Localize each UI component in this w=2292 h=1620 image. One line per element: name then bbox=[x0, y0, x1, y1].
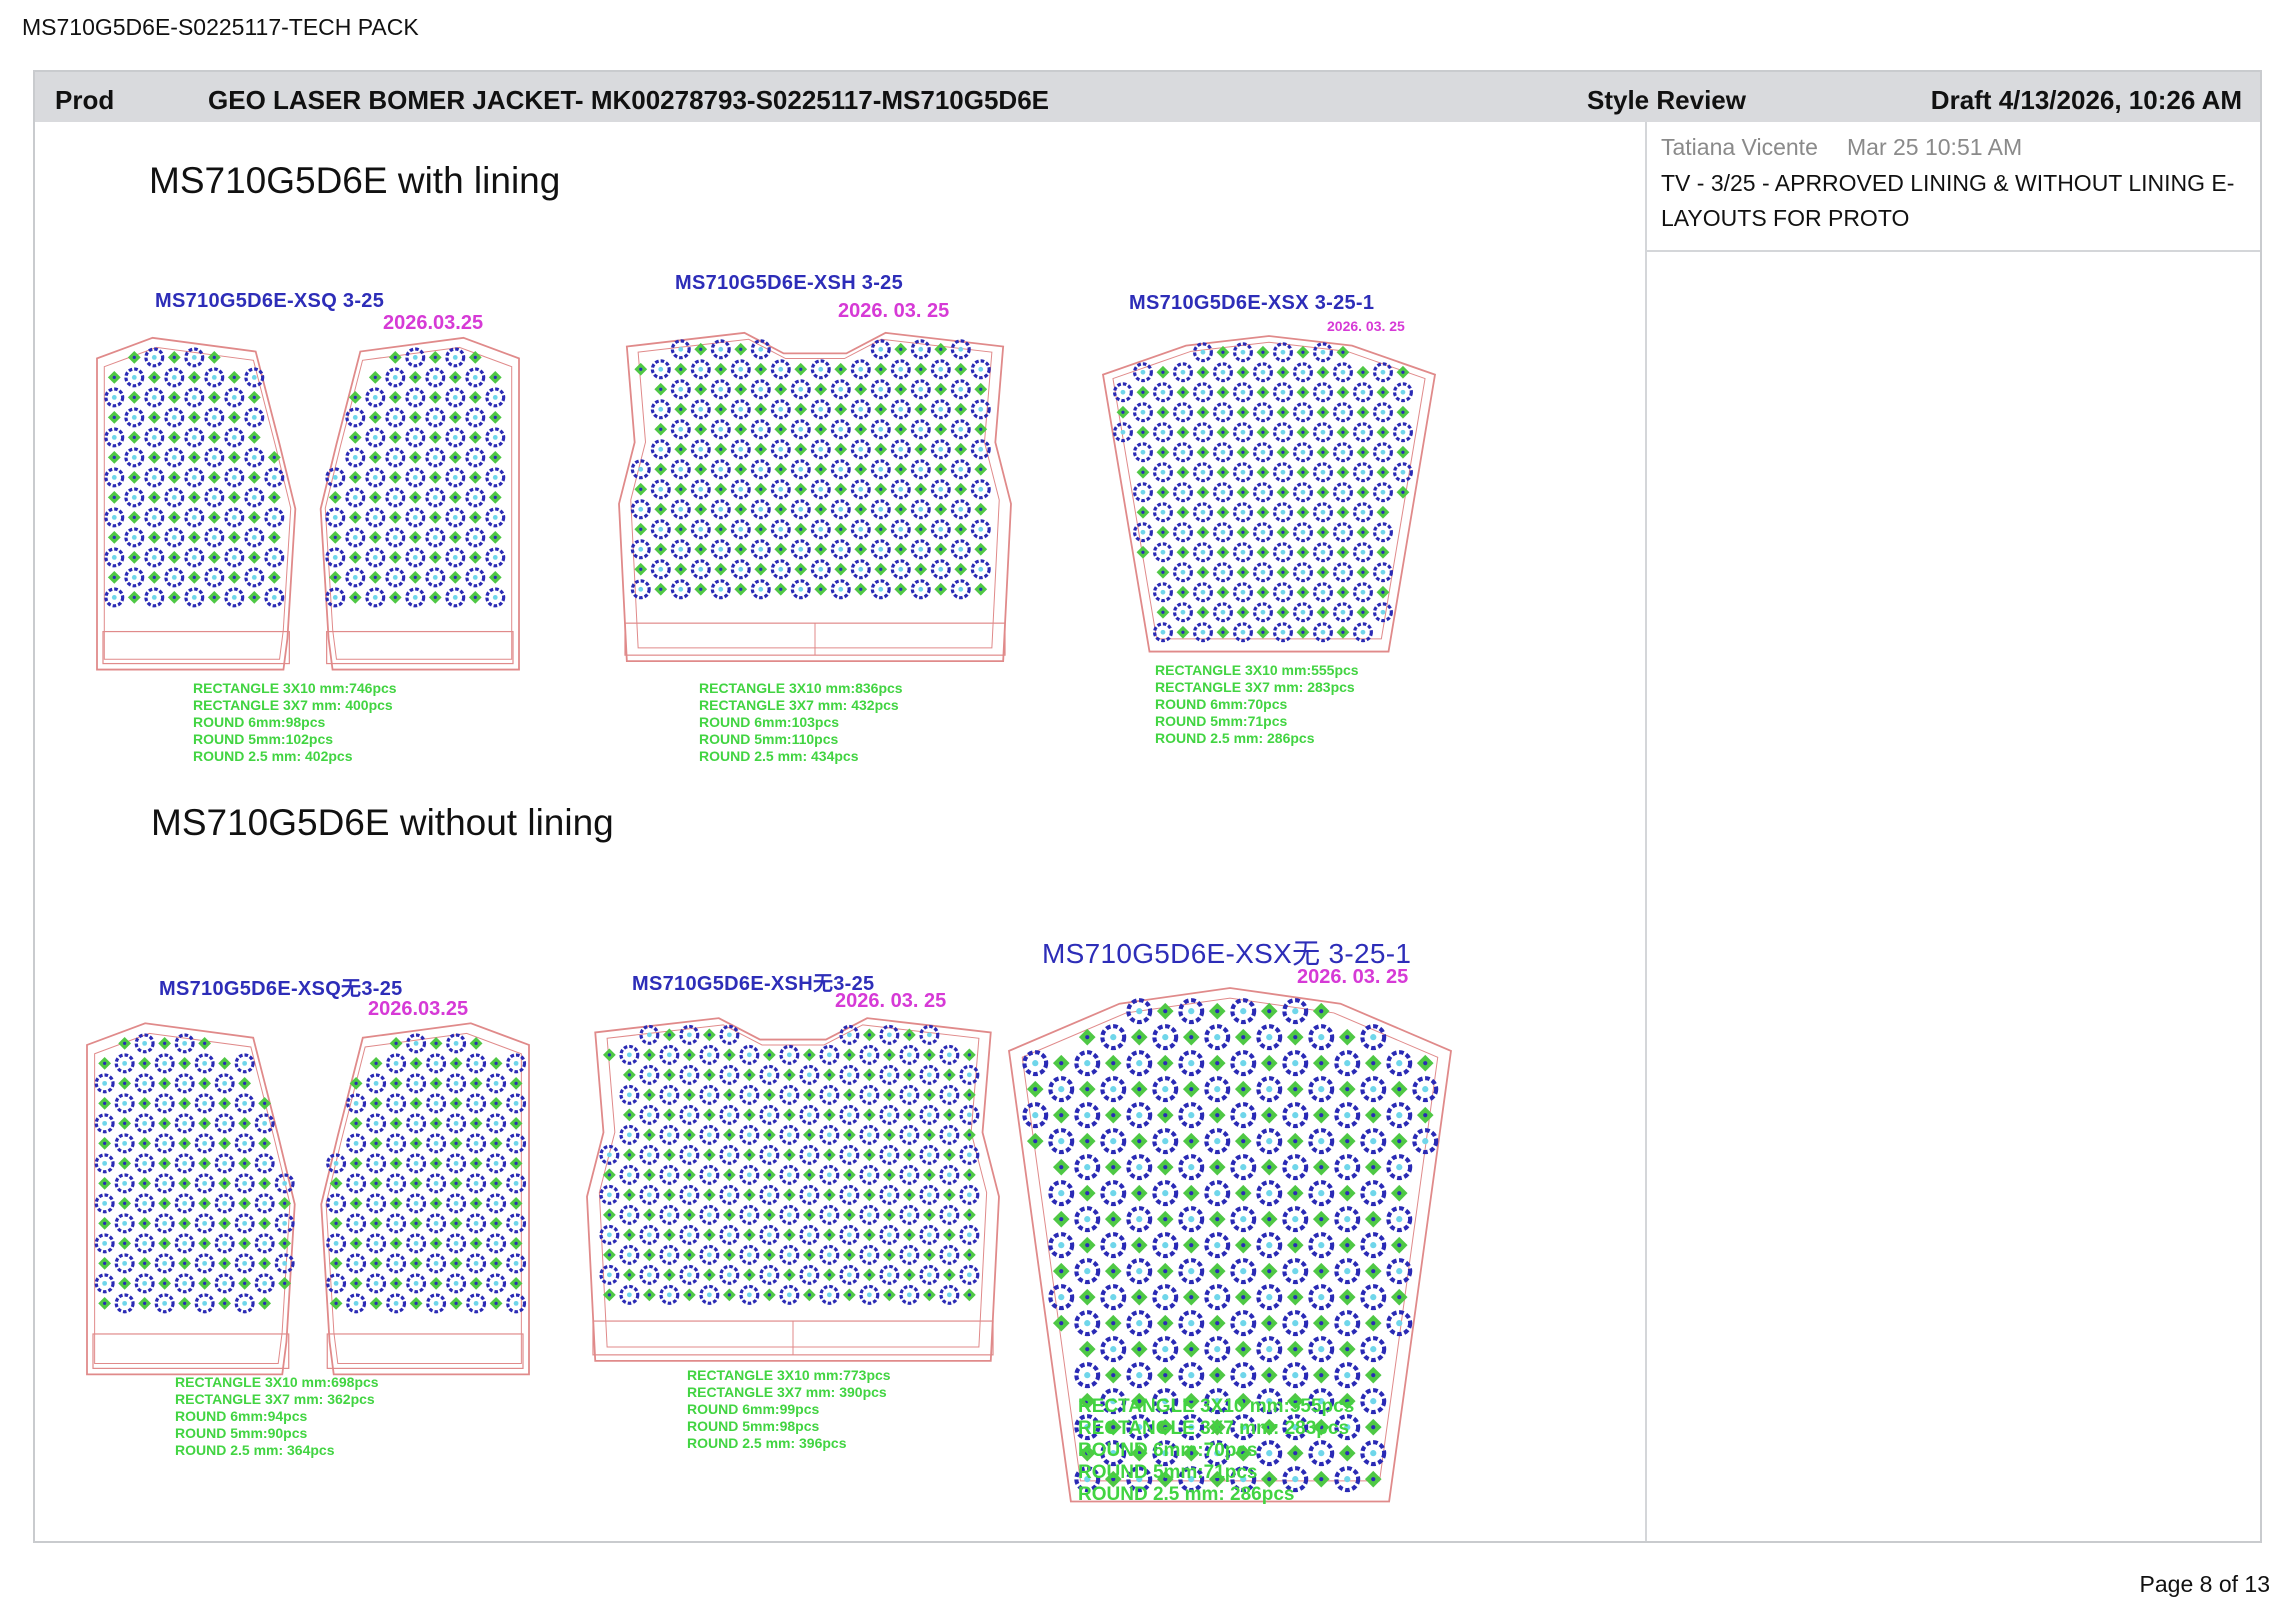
piece-specs: RECTANGLE 3X10 mm:836pcs RECTANGLE 3X7 m… bbox=[699, 680, 903, 765]
spec-line: ROUND 6mm:98pcs bbox=[193, 714, 326, 730]
piece-specs: RECTANGLE 3X10 mm:555pcs RECTANGLE 3X7 m… bbox=[1155, 662, 1359, 747]
spec-line: ROUND 2.5 mm: 364pcs bbox=[175, 1442, 335, 1458]
spec-line: RECTANGLE 3X7 mm: 283pcs bbox=[1155, 679, 1355, 695]
comment-body: TV - 3/25 - APRROVED LINING & WITHOUT LI… bbox=[1661, 170, 2235, 231]
header-bar: Prod GEO LASER BOMER JACKET- MK00278793-… bbox=[35, 72, 2260, 122]
spec-line: ROUND 5mm:71pcs bbox=[1155, 713, 1288, 729]
document-title: MS710G5D6E-S0225117-TECH PACK bbox=[22, 14, 419, 40]
front-panels-diagram bbox=[86, 1022, 530, 1376]
spec-line: RECTANGLE 3X10 mm:746pcs bbox=[193, 680, 397, 696]
comment-item: Tatiana Vicente Mar 25 10:51 AM TV - 3/2… bbox=[1647, 122, 2260, 252]
section-title-with-lining: MS710G5D6E with lining bbox=[149, 160, 561, 201]
spec-line: RECTANGLE 3X7 mm: 283pcs bbox=[1078, 1418, 1350, 1439]
piece-specs: RECTANGLE 3X10 mm:555pcs RECTANGLE 3X7 m… bbox=[1078, 1396, 1354, 1506]
spec-line: ROUND 2.5 mm: 286pcs bbox=[1155, 730, 1315, 746]
spec-line: RECTANGLE 3X7 mm: 432pcs bbox=[699, 697, 899, 713]
spec-line: ROUND 2.5 mm: 434pcs bbox=[699, 748, 859, 764]
spec-line: RECTANGLE 3X10 mm:698pcs bbox=[175, 1374, 379, 1390]
piece-code: MS710G5D6E-XSQ 3-25 bbox=[155, 290, 385, 312]
sleeve-panel-diagram bbox=[1101, 335, 1437, 653]
header-style-title: GEO LASER BOMER JACKET- MK00278793-S0225… bbox=[208, 85, 1050, 115]
spec-line: RECTANGLE 3X10 mm:773pcs bbox=[687, 1367, 891, 1383]
spec-line: RECTANGLE 3X7 mm: 400pcs bbox=[193, 697, 393, 713]
piece-code: MS710G5D6E-XSH 3-25 bbox=[675, 272, 904, 294]
spec-line: ROUND 5mm:90pcs bbox=[175, 1425, 308, 1441]
piece-specs: RECTANGLE 3X10 mm:773pcs RECTANGLE 3X7 m… bbox=[687, 1367, 891, 1452]
comment-timestamp: Mar 25 10:51 AM bbox=[1847, 134, 2023, 160]
spec-line: ROUND 5mm:71pcs bbox=[1078, 1462, 1258, 1483]
spec-line: ROUND 6mm:99pcs bbox=[687, 1401, 820, 1417]
spec-line: RECTANGLE 3X10 mm:555pcs bbox=[1078, 1396, 1355, 1417]
tech-pack-sheet: Prod GEO LASER BOMER JACKET- MK00278793-… bbox=[33, 70, 2262, 1543]
spec-line: ROUND 5mm:110pcs bbox=[699, 731, 839, 747]
header-review-label: Style Review bbox=[1587, 85, 1746, 115]
spec-line: RECTANGLE 3X7 mm: 390pcs bbox=[687, 1384, 887, 1400]
piece-specs: RECTANGLE 3X10 mm:746pcs RECTANGLE 3X7 m… bbox=[193, 680, 397, 765]
front-panels-diagram bbox=[96, 336, 520, 671]
spec-line: ROUND 6mm:70pcs bbox=[1078, 1440, 1258, 1461]
header-draft-status: Draft 4/13/2026, 10:26 AM bbox=[1930, 85, 2242, 115]
spec-line: ROUND 2.5 mm: 286pcs bbox=[1078, 1484, 1295, 1505]
header-prod: Prod bbox=[55, 85, 115, 115]
spec-line: RECTANGLE 3X7 mm: 362pcs bbox=[175, 1391, 375, 1407]
back-panel-diagram bbox=[618, 331, 1012, 663]
spec-line: ROUND 6mm:94pcs bbox=[175, 1408, 308, 1424]
comments-panel: Tatiana Vicente Mar 25 10:51 AM TV - 3/2… bbox=[1645, 122, 2260, 1541]
spec-line: ROUND 6mm:70pcs bbox=[1155, 696, 1288, 712]
back-panel-diagram bbox=[586, 1017, 1000, 1362]
spec-line: RECTANGLE 3X10 mm:836pcs bbox=[699, 680, 903, 696]
page-number: Page 8 of 13 bbox=[2139, 1571, 2270, 1597]
spec-line: ROUND 6mm:103pcs bbox=[699, 714, 840, 730]
spec-line: RECTANGLE 3X10 mm:555pcs bbox=[1155, 662, 1359, 678]
spec-line: ROUND 2.5 mm: 396pcs bbox=[687, 1435, 847, 1451]
comment-author: Tatiana Vicente bbox=[1661, 134, 1818, 160]
spec-line: ROUND 2.5 mm: 402pcs bbox=[193, 748, 353, 764]
spec-line: ROUND 5mm:102pcs bbox=[193, 731, 334, 747]
spec-line: ROUND 5mm:98pcs bbox=[687, 1418, 820, 1434]
piece-code: MS710G5D6E-XSX 3-25-1 bbox=[1129, 292, 1375, 314]
piece-code: MS710G5D6E-XSQ无3-25 bbox=[159, 978, 403, 1000]
section-title-without-lining: MS710G5D6E without lining bbox=[151, 802, 614, 843]
piece-specs: RECTANGLE 3X10 mm:698pcs RECTANGLE 3X7 m… bbox=[175, 1374, 379, 1459]
artwork-area: MS710G5D6E with lining MS710G5D6E withou… bbox=[35, 122, 1645, 1541]
piece-date: 2026. 03. 25 bbox=[838, 300, 950, 322]
pattern-seam-line bbox=[630, 338, 1000, 649]
